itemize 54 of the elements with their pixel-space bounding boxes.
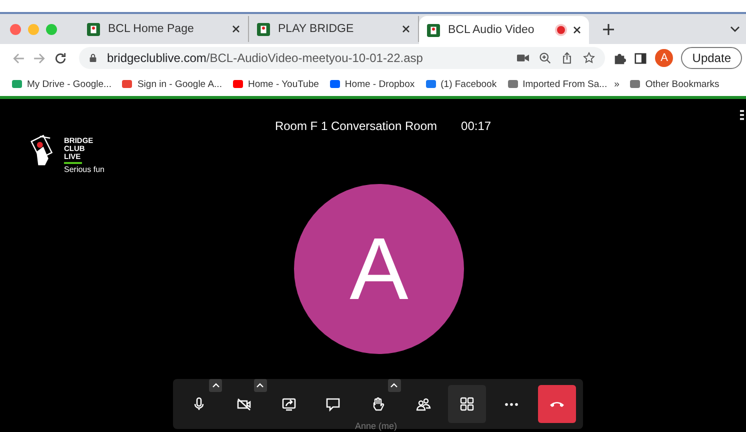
caret-icon[interactable] — [254, 379, 267, 392]
participant-name: Anne (me) — [355, 421, 398, 431]
options-icon[interactable] — [740, 110, 744, 122]
browser-tab[interactable]: BCL Audio Video — [419, 16, 589, 44]
more-bookmarks-button[interactable]: » — [614, 78, 620, 90]
grid-button[interactable] — [448, 385, 486, 423]
bookmark[interactable]: Imported From Sa... — [508, 78, 608, 90]
profile-avatar[interactable]: A — [655, 49, 674, 67]
camera-icon[interactable] — [517, 52, 530, 64]
side-panel-icon[interactable] — [634, 52, 648, 64]
share-screen-icon — [280, 396, 297, 412]
bookmark-folder[interactable]: Other Bookmarks — [630, 78, 720, 90]
more-icon — [505, 402, 518, 406]
star-icon[interactable] — [583, 52, 596, 64]
bookmark-icon — [12, 80, 22, 88]
bookmark-icon — [508, 80, 518, 88]
caret-icon[interactable] — [388, 379, 401, 392]
grid-icon — [459, 396, 476, 412]
bookmark-icon — [122, 80, 132, 88]
participants-icon — [414, 396, 431, 412]
bookmark[interactable]: Home - Dropbox — [330, 78, 415, 90]
bookmark-icon — [330, 80, 340, 88]
chat-icon — [325, 396, 342, 412]
close-icon[interactable] — [232, 25, 240, 33]
folder-icon — [630, 80, 640, 88]
address-field[interactable]: bridgeclublive.com/BCL-AudioVideo-meetyou-10-01-22.asp — [79, 47, 606, 69]
call-timer: 00:17 — [461, 119, 492, 133]
share-icon[interactable] — [561, 52, 574, 64]
caret-icon[interactable] — [209, 379, 222, 392]
lock-icon — [89, 53, 97, 63]
new-tab-icon[interactable] — [603, 24, 614, 34]
logo-tagline: Serious fun — [64, 165, 104, 175]
browser-tab[interactable]: PLAY BRIDGE — [249, 16, 419, 42]
bookmark[interactable]: My Drive - Google... — [12, 78, 112, 90]
close-icon[interactable] — [402, 25, 410, 33]
card-hand-icon — [87, 22, 100, 36]
bookmark[interactable]: Sign in - Google A... — [122, 78, 222, 90]
camera-off-icon — [236, 396, 252, 412]
bookmark[interactable]: Home - YouTube — [232, 78, 319, 90]
puzzle-icon[interactable] — [613, 52, 626, 64]
participant-avatar: A — [294, 184, 464, 354]
card-hand-icon — [427, 24, 440, 36]
reload-icon[interactable] — [54, 52, 67, 64]
update-button[interactable]: Update — [681, 47, 742, 69]
bookmark-icon — [426, 80, 436, 88]
room-title: Room F 1 Conversation Room — [274, 119, 438, 133]
hangup-button[interactable] — [538, 385, 576, 423]
browser-tab[interactable]: BCL Home Page — [79, 16, 249, 42]
zoom-icon[interactable] — [539, 52, 552, 64]
close-icon[interactable] — [573, 26, 581, 34]
card-hand-icon — [257, 22, 270, 36]
bookmark-icon — [232, 80, 243, 88]
bookmark[interactable]: (1) Facebook — [426, 78, 497, 90]
chevron-down-icon[interactable] — [730, 26, 740, 32]
